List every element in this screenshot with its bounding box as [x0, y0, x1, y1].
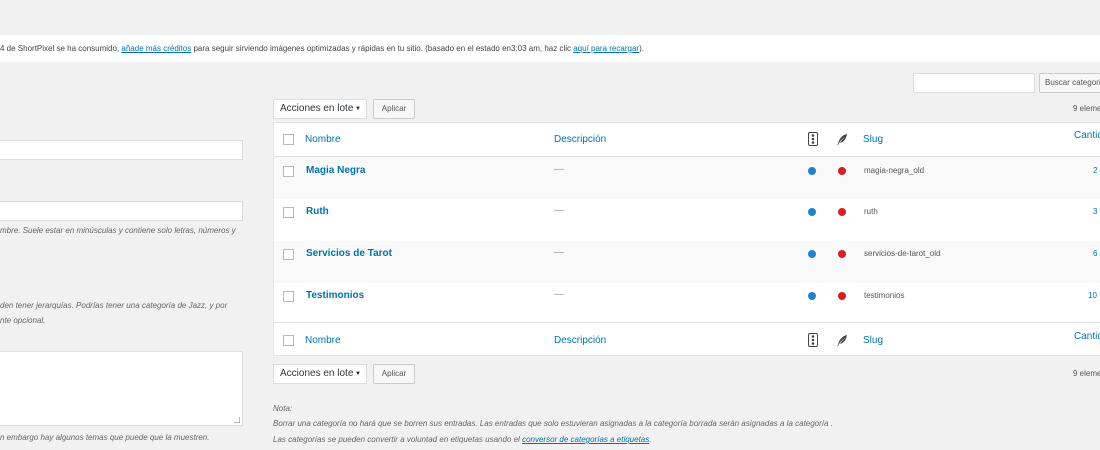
- note-title: Nota:: [273, 404, 293, 413]
- feather-icon: [837, 335, 847, 346]
- category-slug: servicios-de-tarot_old: [864, 249, 941, 258]
- bulk-actions-label: Acciones en lote: [280, 103, 354, 114]
- traffic-light-icon: [808, 132, 818, 146]
- category-description-textarea[interactable]: [0, 351, 243, 426]
- search-categories-input[interactable]: [913, 73, 1035, 93]
- column-header-slug[interactable]: Slug: [863, 134, 883, 145]
- category-description: —: [554, 205, 564, 216]
- resize-grip-icon[interactable]: [234, 417, 240, 423]
- category-name-input[interactable]: [0, 140, 243, 160]
- status-blue-dot: [808, 167, 816, 175]
- column-footer-count[interactable]: Cantidad: [1074, 331, 1100, 342]
- category-description: —: [554, 164, 564, 175]
- slug-help-text: mbre. Suele estar en minúsculas y contie…: [0, 226, 236, 235]
- parent-help-text-1: den tener jerarquías. Podrías tener una …: [0, 301, 228, 310]
- chevron-down-icon: ▼: [355, 371, 361, 377]
- row-checkbox[interactable]: [283, 249, 294, 260]
- apply-button-top[interactable]: Aplicar: [373, 99, 415, 119]
- select-all-checkbox-footer[interactable]: [283, 335, 294, 346]
- row-checkbox[interactable]: [283, 291, 294, 302]
- column-footer-description[interactable]: Descripción: [554, 335, 606, 346]
- table-row: Testimonios — testimonios 10: [274, 283, 1100, 325]
- category-count-link[interactable]: 3: [1093, 207, 1097, 216]
- table-footer-row: Nombre Descripción Slug Cantidad: [274, 322, 1100, 356]
- select-all-checkbox[interactable]: [283, 134, 294, 145]
- category-name-link[interactable]: Servicios de Tarot: [306, 248, 392, 259]
- bulk-actions-label: Acciones en lote: [280, 368, 354, 379]
- apply-button-bottom[interactable]: Aplicar: [373, 364, 415, 384]
- add-credits-link[interactable]: añade más créditos: [121, 44, 191, 53]
- category-name-link[interactable]: Magia Negra: [306, 165, 365, 176]
- category-description: —: [554, 289, 564, 300]
- search-categories-button[interactable]: Buscar categorías: [1039, 73, 1100, 93]
- table-header-row: Nombre Descripción Slug Cantidad: [274, 123, 1100, 157]
- parent-help-text-2: nte opcional.: [0, 316, 46, 325]
- column-footer-name[interactable]: Nombre: [305, 335, 341, 346]
- status-red-dot: [838, 167, 846, 175]
- categories-table: Nombre Descripción Slug Cantidad Magia N…: [273, 122, 1100, 356]
- note-line-2-prefix: Las categorías se pueden convertir a vol…: [273, 435, 523, 444]
- category-count-link[interactable]: 10: [1088, 291, 1097, 300]
- feather-icon: [837, 134, 847, 145]
- status-red-dot: [838, 292, 846, 300]
- category-count-link[interactable]: 2: [1093, 166, 1097, 175]
- note-line-2: Las categorías se pueden convertir a vol…: [273, 435, 651, 444]
- category-name-link[interactable]: Testimonios: [306, 290, 364, 301]
- category-tag-converter-link[interactable]: conversor de categorías a etiquetas: [522, 435, 649, 444]
- category-slug-input[interactable]: [0, 201, 243, 221]
- notice-suffix: ).: [639, 44, 644, 53]
- notice-middle: para seguir sirviendo imágenes optimizad…: [191, 44, 574, 53]
- category-name-link[interactable]: Ruth: [306, 206, 329, 217]
- traffic-light-icon: [808, 333, 818, 347]
- category-description: —: [554, 247, 564, 258]
- column-header-description[interactable]: Descripción: [554, 134, 606, 145]
- chevron-down-icon: ▼: [355, 106, 361, 112]
- notice-prefix: 4 de ShortPixel se ha consumido,: [0, 44, 122, 53]
- reload-link[interactable]: aquí para recargar: [573, 44, 639, 53]
- status-blue-dot: [808, 250, 816, 258]
- category-count-link[interactable]: 6: [1093, 249, 1097, 258]
- table-row: Magia Negra — magia-negra_old 2: [274, 157, 1100, 199]
- table-row: Ruth — ruth 3: [274, 199, 1100, 241]
- status-blue-dot: [808, 292, 816, 300]
- items-count-top: 9 elementos: [1073, 104, 1100, 113]
- column-footer-slug[interactable]: Slug: [863, 335, 883, 346]
- bulk-actions-select-bottom[interactable]: Acciones en lote ▼: [273, 364, 367, 384]
- items-count-bottom: 9 elementos: [1073, 369, 1100, 378]
- column-header-name[interactable]: Nombre: [305, 134, 341, 145]
- status-red-dot: [838, 250, 846, 258]
- table-row: Servicios de Tarot — servicios-de-tarot_…: [274, 241, 1100, 283]
- column-header-count[interactable]: Cantidad: [1074, 130, 1100, 141]
- category-slug: ruth: [864, 207, 878, 216]
- row-checkbox[interactable]: [283, 166, 294, 177]
- row-checkbox[interactable]: [283, 207, 294, 218]
- shortpixel-notice: 4 de ShortPixel se ha consumido, añade m…: [0, 35, 1100, 62]
- note-line-2-suffix: .: [649, 435, 652, 444]
- status-blue-dot: [808, 208, 816, 216]
- bulk-actions-select-top[interactable]: Acciones en lote ▼: [273, 99, 367, 119]
- category-slug: magia-negra_old: [864, 166, 925, 175]
- note-line-1: Borrar una categoría no hará que se borr…: [273, 419, 833, 428]
- status-red-dot: [838, 208, 846, 216]
- category-slug: testimonios: [864, 291, 905, 300]
- description-help-text: n embargo hay algunos temas que puede qu…: [0, 433, 210, 442]
